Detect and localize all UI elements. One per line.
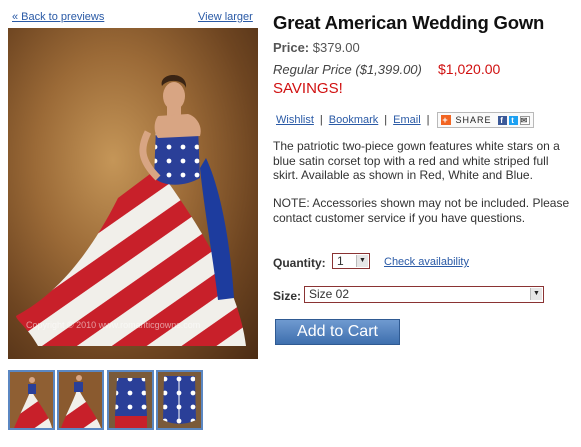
product-title: Great American Wedding Gown — [273, 12, 545, 33]
email-icon: ✉ — [519, 115, 530, 125]
size-value: Size 02 — [309, 287, 350, 301]
add-to-cart-button[interactable]: Add to Cart — [275, 319, 400, 345]
image-watermark: Copyright © 2010 www.romanticgowns.com — [26, 320, 201, 330]
wishlist-link[interactable]: Wishlist — [276, 114, 314, 126]
thumbnail-1[interactable] — [8, 370, 55, 430]
product-main-image[interactable]: Copyright © 2010 www.romanticgowns.com — [8, 28, 258, 359]
separator: | — [319, 114, 323, 126]
product-note: NOTE: Accessories shown may not be inclu… — [273, 196, 570, 225]
size-select[interactable]: Size 02 ▼ — [304, 286, 544, 303]
twitter-icon: t — [508, 115, 518, 125]
price-value: $379.00 — [312, 40, 360, 55]
quantity-label: Quantity: — [273, 256, 326, 270]
bookmark-link[interactable]: Bookmark — [329, 114, 379, 126]
dropdown-arrow-icon: ▼ — [356, 255, 368, 267]
email-link[interactable]: Email — [393, 114, 421, 126]
price-row: Price: $379.00 — [273, 40, 360, 55]
view-larger-link[interactable]: View larger — [198, 11, 253, 23]
thumbnail-2[interactable] — [57, 370, 104, 430]
price-label: Price: — [273, 40, 310, 55]
separator: | — [426, 114, 430, 126]
share-label: SHARE — [455, 115, 492, 125]
size-label: Size: — [273, 289, 302, 303]
thumbnail-bodice-front — [109, 372, 152, 428]
separator: | — [384, 114, 388, 126]
regular-price: Regular Price ($1,399.00) — [273, 62, 422, 77]
quantity-value: 1 — [337, 254, 344, 268]
thumbnail-front-view — [10, 372, 53, 428]
thumbnail-back-view — [59, 372, 102, 428]
thumbnail-4[interactable] — [156, 370, 203, 430]
sale-price: $1,020.00 — [438, 61, 501, 77]
thumbnail-3[interactable] — [107, 370, 154, 430]
back-to-previews-link[interactable]: « Back to previews — [12, 11, 104, 23]
product-actions: Wishlist | Bookmark | Email | + SHARE f … — [276, 112, 534, 128]
product-description: The patriotic two-piece gown features wh… — [273, 139, 560, 182]
share-plus-icon: + — [440, 115, 451, 125]
quantity-select[interactable]: 1 ▼ — [332, 253, 370, 269]
savings-badge: SAVINGS! — [273, 80, 343, 97]
facebook-icon: f — [497, 115, 507, 125]
dropdown-arrow-icon: ▼ — [530, 288, 542, 300]
gown-illustration — [16, 75, 246, 346]
thumbnail-bodice-back — [158, 372, 201, 428]
share-button[interactable]: + SHARE f t ✉ — [436, 112, 534, 128]
check-availability-link[interactable]: Check availability — [384, 256, 469, 268]
